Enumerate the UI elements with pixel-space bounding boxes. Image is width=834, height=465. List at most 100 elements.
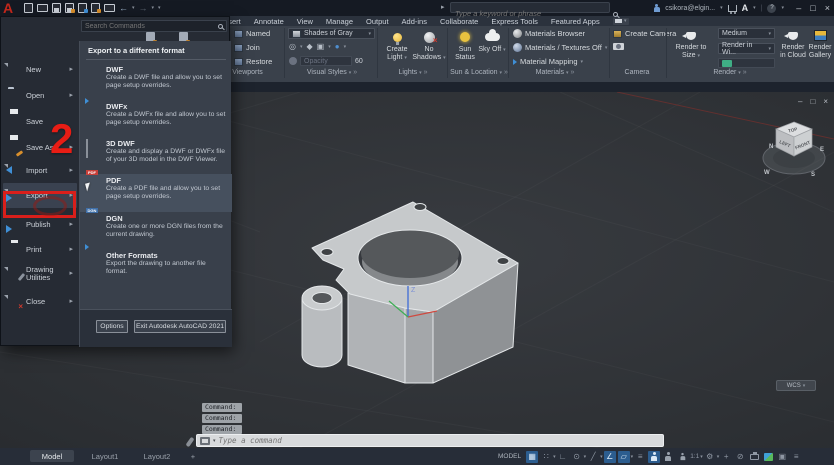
render-output-field[interactable]: [718, 58, 775, 68]
render-to-size-button[interactable]: Render to Size ▾: [668, 28, 714, 60]
grid-toggle-icon[interactable]: ▦: [526, 451, 538, 463]
render-destination-dropdown[interactable]: Render in Wi...▾: [718, 43, 775, 54]
search-icon[interactable]: [613, 12, 618, 17]
chevron-down-icon[interactable]: ▾: [631, 454, 634, 460]
autodesk-a-icon[interactable]: A: [742, 3, 749, 13]
panel-label-sun[interactable]: Sun & Location ▾ »: [446, 69, 512, 76]
chevron-down-icon[interactable]: ▾: [720, 5, 723, 11]
annotation-scale-value[interactable]: 1:1: [690, 453, 699, 460]
edge-style-icon[interactable]: ◆: [307, 42, 313, 51]
create-light-button[interactable]: Create Light ▾: [380, 30, 414, 62]
annotation-visibility-icon[interactable]: [648, 451, 660, 463]
no-shadows-button[interactable]: × No Shadows ▾: [412, 30, 446, 62]
app-logo[interactable]: A: [3, 0, 13, 16]
menu-item-print[interactable]: Print▸: [3, 237, 77, 262]
save-icon[interactable]: [52, 3, 61, 13]
shadow-style-icon[interactable]: ▣: [317, 42, 325, 51]
tab-view[interactable]: View: [297, 17, 313, 26]
render-gallery-button[interactable]: Render Gallery: [806, 28, 834, 60]
sky-off-button[interactable]: Sky Off ▾: [477, 30, 507, 54]
tab-model[interactable]: Model: [30, 450, 74, 462]
lineweight-icon[interactable]: ≡: [634, 451, 646, 463]
opacity-icon[interactable]: [289, 57, 297, 65]
chevron-down-icon[interactable]: ▾: [600, 454, 603, 460]
undo-icon[interactable]: ←: [119, 3, 128, 13]
tab-annotate[interactable]: Annotate: [254, 17, 284, 26]
panel-label-render[interactable]: Render ▾ »: [700, 69, 760, 76]
wcs-selector[interactable]: WCS ▾: [776, 380, 816, 391]
panel-launcher-icon[interactable]: »: [424, 69, 428, 76]
polar-tracking-icon[interactable]: ⊙: [571, 451, 583, 463]
viewport-named-button[interactable]: Named: [234, 29, 270, 38]
save-as-icon[interactable]: [65, 3, 74, 13]
panel-launcher-icon[interactable]: »: [570, 69, 574, 76]
tab-layout2[interactable]: Layout2: [134, 450, 180, 462]
compass-s[interactable]: S: [811, 172, 815, 178]
menu-item-drawing-utilities[interactable]: Drawing Utilities▸: [3, 261, 77, 286]
viewport-restore-button[interactable]: Restore: [234, 57, 272, 66]
snap-toggle-icon[interactable]: ∷: [540, 451, 552, 463]
viewport-join-button[interactable]: Join: [234, 43, 260, 52]
panel-label-lights[interactable]: Lights ▾ »: [383, 69, 443, 76]
drawing-minimize-icon[interactable]: –: [798, 97, 802, 106]
tab-layout1[interactable]: Layout1: [82, 450, 128, 462]
submenu-item-pdf[interactable]: PDF PDF Create a PDF file and allow you …: [80, 174, 232, 212]
panel-label-camera[interactable]: Camera: [613, 69, 661, 76]
render-in-cloud-button[interactable]: Render in Cloud: [778, 28, 808, 60]
plot-status-icon[interactable]: [748, 451, 760, 463]
new-layout-button[interactable]: +: [186, 450, 200, 462]
chevron-down-icon[interactable]: ▾: [584, 454, 587, 460]
chevron-down-icon[interactable]: ▾: [132, 5, 135, 11]
command-input[interactable]: [219, 436, 660, 445]
play-icon[interactable]: ▸: [441, 3, 445, 11]
customization-menu-icon[interactable]: ≡: [790, 451, 802, 463]
3d-model[interactable]: Z: [250, 150, 590, 410]
menu-item-open[interactable]: Open▸: [3, 83, 77, 108]
isolate-objects-icon[interactable]: ⊘: [734, 451, 746, 463]
close-icon[interactable]: ×: [825, 3, 830, 13]
command-customize-icon[interactable]: [200, 437, 210, 445]
username[interactable]: csikora@elgin...: [665, 5, 715, 12]
help-icon[interactable]: ?: [767, 4, 776, 13]
tab-add-ins[interactable]: Add-ins: [402, 17, 427, 26]
submenu-item-dwf[interactable]: DWF Create a DWF file and allow you to s…: [80, 63, 232, 100]
help-search[interactable]: [450, 2, 610, 13]
menu-item-close[interactable]: ×Close▸: [3, 289, 77, 314]
chevron-down-icon[interactable]: ▾: [781, 5, 784, 11]
options-button[interactable]: Options: [96, 320, 128, 333]
materials-textures-button[interactable]: Materials / Textures Off▾: [513, 43, 607, 52]
chevron-down-icon[interactable]: ▾: [717, 454, 720, 460]
ortho-toggle-icon[interactable]: ∟: [557, 451, 569, 463]
submenu-item-3d-dwf[interactable]: 3D DWF Create and display a DWF or DWFx …: [80, 137, 232, 174]
annotation-autoscale-icon[interactable]: [662, 451, 674, 463]
menu-item-new[interactable]: New▸: [3, 57, 77, 82]
sun-status-button[interactable]: Sun Status: [450, 30, 480, 62]
object-snap-tracking-icon[interactable]: ∠: [604, 451, 616, 463]
render-quality-dropdown[interactable]: Medium▾: [718, 28, 775, 39]
annotation-monitor-icon[interactable]: +: [720, 451, 732, 463]
drawing-close-icon[interactable]: ×: [823, 97, 828, 106]
tab-output[interactable]: Output: [366, 17, 389, 26]
maximize-icon[interactable]: □: [810, 3, 815, 13]
clean-screen-icon[interactable]: ▣: [776, 451, 788, 463]
material-mapping-button[interactable]: Material Mapping▾: [513, 57, 583, 66]
plot-icon[interactable]: [78, 3, 87, 13]
object-snap-icon[interactable]: ▱: [618, 451, 630, 463]
facet-style-icon[interactable]: ◎: [289, 42, 296, 51]
tab-manage[interactable]: Manage: [326, 17, 353, 26]
workspace-gear-icon[interactable]: ⚙: [704, 451, 716, 463]
sphere-style-icon[interactable]: ●: [335, 42, 340, 51]
graphics-performance-icon[interactable]: [762, 451, 774, 463]
minimize-icon[interactable]: –: [796, 3, 801, 13]
model-space-label[interactable]: MODEL: [498, 453, 521, 460]
chevron-down-icon[interactable]: ▾: [152, 5, 155, 11]
opacity-value[interactable]: 60: [355, 58, 363, 65]
chevron-down-icon[interactable]: ▾: [553, 454, 556, 460]
print-icon[interactable]: [104, 4, 115, 12]
open-icon[interactable]: [37, 4, 48, 12]
command-line[interactable]: ▾: [196, 434, 664, 447]
submenu-item-other-formats[interactable]: Other Formats Export the drawing to anot…: [80, 249, 232, 289]
materials-browser-button[interactable]: Materials Browser: [513, 29, 585, 38]
exit-button[interactable]: Exit Autodesk AutoCAD 2021: [134, 320, 226, 333]
keyword-search-input[interactable]: [451, 9, 609, 18]
